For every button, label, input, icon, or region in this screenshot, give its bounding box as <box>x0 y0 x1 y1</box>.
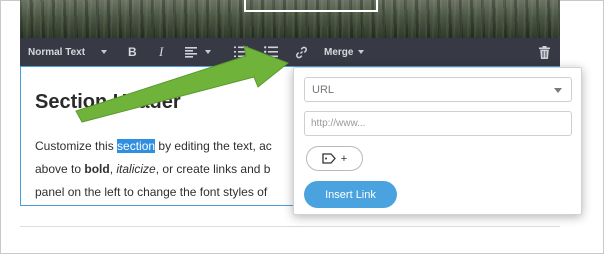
link-type-value: URL <box>312 83 335 96</box>
tag-icon <box>322 153 336 164</box>
text-style-dropdown[interactable]: Normal Text <box>28 38 108 66</box>
delete-button[interactable] <box>539 38 550 66</box>
chevron-down-icon <box>554 88 562 93</box>
divider <box>20 226 560 227</box>
text-run: Customize this <box>35 139 118 153</box>
bold-icon: B <box>128 45 137 59</box>
link-type-select[interactable]: URL <box>304 77 572 102</box>
ordered-list-button[interactable] <box>234 38 248 66</box>
editor-toolbar: Normal Text B I Merge <box>20 38 560 66</box>
italic-text: italicize <box>116 162 156 176</box>
insert-link-button[interactable]: Insert Link <box>304 181 397 208</box>
text-run: above to <box>35 162 85 176</box>
chevron-down-icon <box>101 50 108 54</box>
bold-text: bold <box>84 162 110 176</box>
unordered-list-button[interactable] <box>264 38 278 66</box>
section-heading[interactable]: Section Header <box>35 91 181 114</box>
merge-dropdown[interactable]: Merge <box>324 38 365 66</box>
selected-text[interactable]: section <box>117 139 156 153</box>
url-input[interactable] <box>304 111 572 136</box>
ordered-list-icon <box>234 46 248 58</box>
align-icon <box>185 46 197 58</box>
add-tag-button[interactable]: + <box>306 146 363 171</box>
merge-label: Merge <box>324 46 354 58</box>
header-photo <box>20 0 560 38</box>
italic-icon: I <box>159 44 164 59</box>
bold-button[interactable]: B <box>128 38 137 66</box>
photo-button-outline <box>244 0 378 12</box>
align-dropdown[interactable] <box>185 38 211 66</box>
link-icon <box>296 46 307 58</box>
trash-icon <box>539 45 550 59</box>
text-run: , or create links and b <box>155 162 271 176</box>
link-button[interactable] <box>295 38 308 66</box>
text-style-label: Normal Text <box>28 46 86 58</box>
text-run: by editing the text, ac <box>155 139 272 153</box>
chevron-down-icon <box>205 50 211 54</box>
italic-button[interactable]: I <box>159 38 163 66</box>
chevron-down-icon <box>358 50 365 54</box>
unordered-list-icon <box>264 46 278 58</box>
add-tag-label: + <box>340 152 348 165</box>
insert-link-popup: URL + Insert Link <box>293 67 582 215</box>
